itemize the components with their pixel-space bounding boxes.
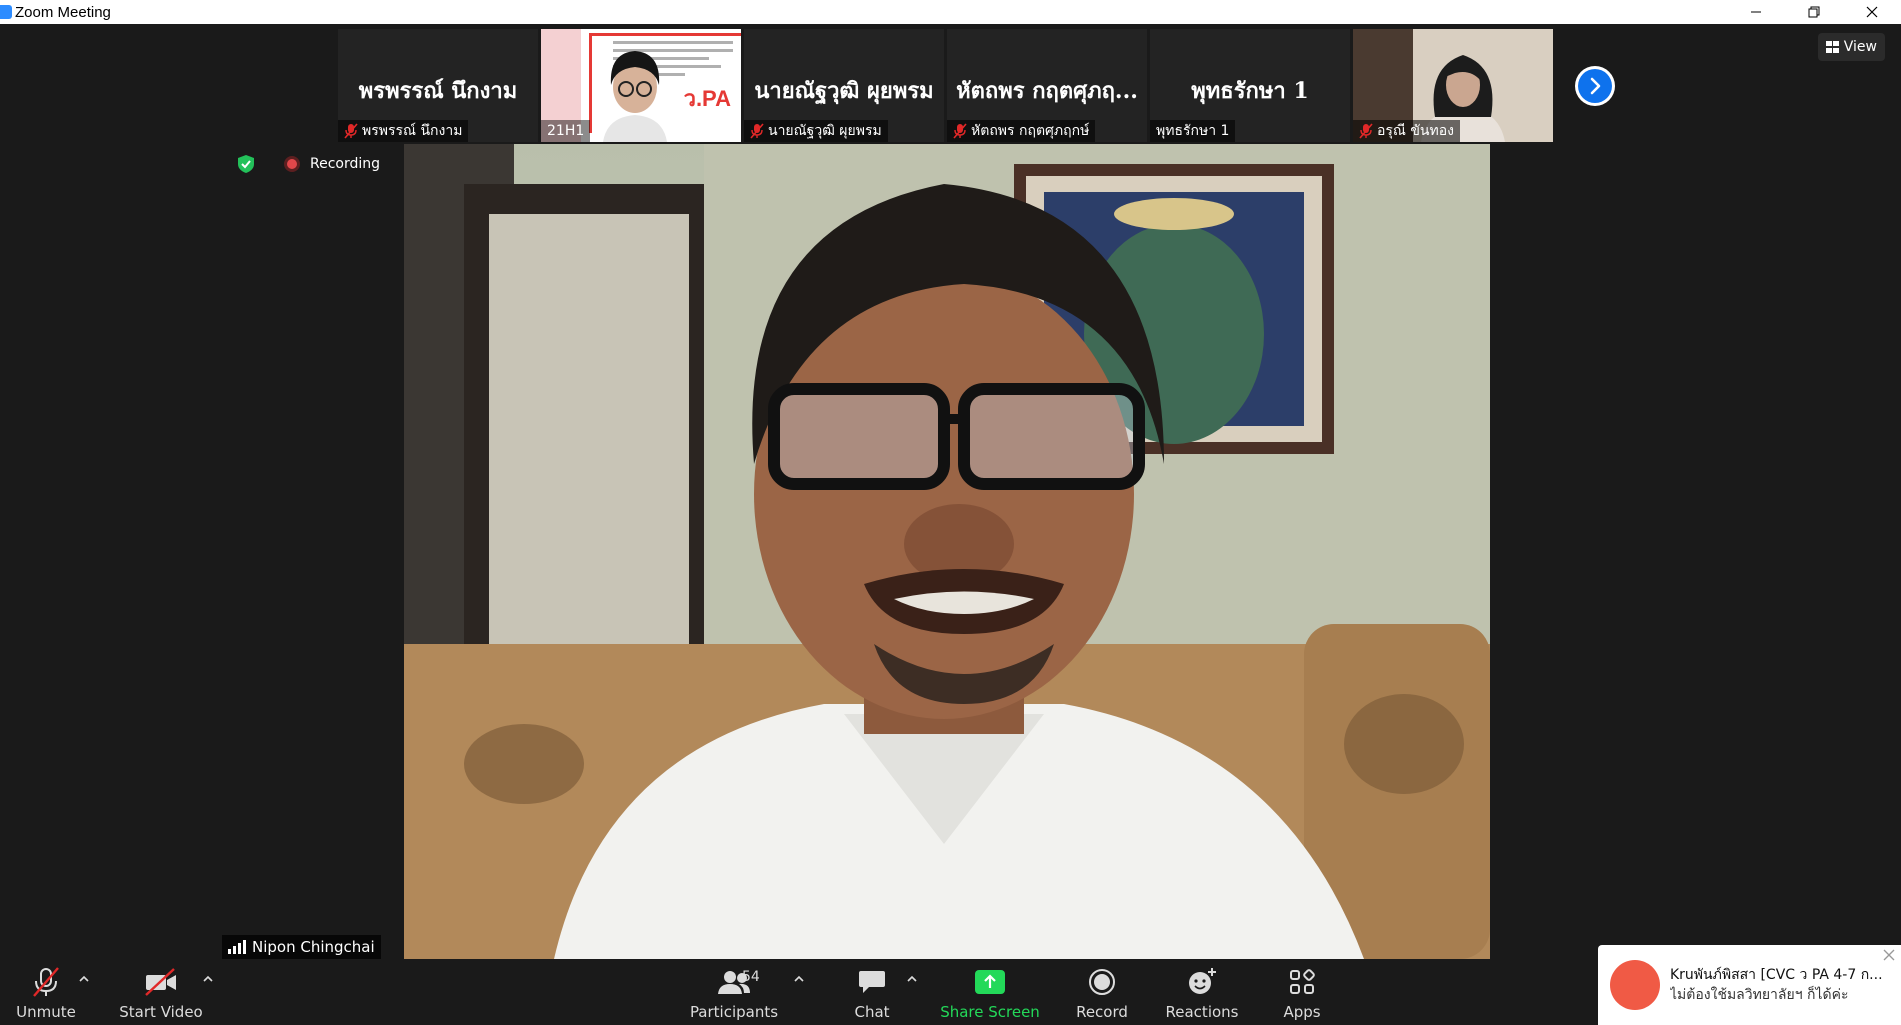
mic-muted-icon [953,123,967,139]
participants-label: Participants [689,1003,779,1021]
participant-caption-name: นายณัฐวุฒิ ผุยพรม [768,123,882,139]
participant-caption: พรพรรณ์ นึกงาม [338,120,469,142]
window-title: Zoom Meeting [15,3,111,21]
active-speaker-name: Nipon Chingchai [252,938,375,956]
signal-strength-icon [228,940,246,954]
chat-icon [859,971,885,993]
speaker-video-scene [404,144,1490,959]
participant-caption: 21H1 [541,120,591,142]
chat-options-caret-icon[interactable] [906,973,918,985]
title-bar: Zoom Meeting [0,0,1901,24]
view-button[interactable]: View [1817,33,1885,61]
participant-tile[interactable]: พรพรรณ์ นึกงาม พรพรรณ์ นึกงาม [338,29,538,142]
share-screen-label: Share Screen [940,1003,1040,1021]
grid-view-icon [1825,41,1839,53]
minimize-button[interactable] [1727,0,1785,24]
apps-icon-wrap [1289,965,1315,999]
participants-button[interactable]: 54 Participants [688,961,780,1025]
apps-icon [1290,969,1315,994]
minimize-icon [1751,11,1761,13]
participant-caption-name: หัตถพร กฤตศุภฤกษ์ [971,123,1090,139]
participant-caption-name: อรุณี ขันทอง [1377,123,1454,139]
unmute-icon-wrap [31,965,61,999]
meeting-stage: พรพรรณ์ นึกงาม พรพรรณ์ นึกงาม ว.PA 21H1 [0,24,1901,961]
participant-caption: พุทธรักษา 1 [1150,120,1236,142]
chat-label: Chat [854,1003,890,1021]
restore-icon [1808,6,1820,18]
participant-name-large: พุทธรักษา 1 [1191,78,1309,104]
participant-tile[interactable]: พุทธรักษา 1 พุทธรักษา 1 [1150,29,1350,142]
start-video-icon-wrap [144,965,178,999]
active-speaker-video[interactable] [404,144,1490,959]
chat-notification-message: ไม่ต้องใช้มลวิทยาลัยฯ ก็ได้ค่ะ [1670,987,1849,1003]
record-label: Record [1076,1003,1128,1021]
audio-options-caret-icon[interactable] [78,973,90,985]
participant-name-large: พรพรรณ์ นึกงาม [358,78,518,104]
participant-caption: หัตถพร กฤตศุภฤกษ์ [947,120,1096,142]
mic-muted-icon [33,967,59,997]
slide-heading: ว.PA [683,86,731,111]
chat-notification-text: Kruพันภ์พิสสา [CVC ว PA 4-7 ก... ไม่ต้อง… [1670,965,1883,1005]
participants-count: 54 [742,969,760,985]
participant-tile[interactable]: ว.PA 21H1 [541,29,741,142]
participant-caption-name: พุทธรักษา 1 [1156,123,1230,139]
zoom-app-icon [0,5,12,19]
record-button[interactable]: Record [1072,961,1132,1025]
mic-muted-icon [1359,123,1373,139]
next-page-button[interactable] [1575,66,1615,106]
apps-button[interactable]: Apps [1272,961,1332,1025]
mic-muted-icon [344,123,358,139]
share-screen-button[interactable]: Share Screen [940,961,1040,1025]
close-icon[interactable] [1883,949,1895,961]
next-page-circle [1578,69,1612,103]
reactions-icon-wrap [1187,965,1217,999]
avatar [1610,960,1660,1010]
restore-button[interactable] [1785,0,1843,24]
participant-caption: นายณัฐวุฒิ ผุยพรม [744,120,888,142]
chevron-right-icon [1590,77,1601,95]
participant-name-large: นายณัฐวุฒิ ผุยพรม [754,78,934,104]
recording-label: Recording [310,156,381,172]
unmute-button[interactable]: Unmute [14,961,78,1025]
arrow-up-icon [984,974,996,988]
video-options-caret-icon[interactable] [202,973,214,985]
start-video-button[interactable]: Start Video [118,961,204,1025]
recording-dot-icon [284,156,300,172]
chat-button[interactable]: Chat [842,961,902,1025]
participants-options-caret-icon[interactable] [793,973,805,985]
apps-label: Apps [1283,1003,1321,1021]
window-controls [1727,0,1901,24]
view-label: View [1843,39,1877,55]
participant-caption-name: 21H1 [547,123,585,139]
participant-caption-name: พรพรรณ์ นึกงาม [362,123,463,139]
reactions-button[interactable]: Reactions [1160,961,1244,1025]
meeting-status: Recording [236,154,380,174]
video-off-icon [145,968,176,996]
chat-notification[interactable]: Kruพันภ์พิสสา [CVC ว PA 4-7 ก... ไม่ต้อง… [1598,945,1901,1025]
share-screen-icon [975,970,1005,994]
participant-caption: อรุณี ขันทอง [1353,120,1460,142]
close-icon [1866,6,1878,18]
reactions-label: Reactions [1165,1003,1239,1021]
participant-name-large: หัตถพร กฤตศุภฤ... [956,78,1138,104]
share-screen-icon-wrap [975,965,1005,999]
participant-tile[interactable]: นายณัฐวุฒิ ผุยพรม นายณัฐวุฒิ ผุยพรม [744,29,944,142]
chat-icon-wrap [858,965,886,999]
mic-muted-icon [750,123,764,139]
unmute-label: Unmute [16,1003,76,1021]
reactions-smiley-icon [1189,968,1216,994]
participant-tile[interactable]: หัตถพร กฤตศุภฤ... หัตถพร กฤตศุภฤกษ์ [947,29,1147,142]
participant-tile[interactable]: อรุณี ขันทอง [1353,29,1553,142]
active-speaker-label: Nipon Chingchai [222,935,381,959]
record-icon [1089,969,1115,995]
record-icon-wrap [1088,965,1116,999]
start-video-label: Start Video [119,1003,203,1021]
shield-icon[interactable] [236,154,256,174]
close-window-button[interactable] [1843,0,1901,24]
participant-strip: พรพรรณ์ นึกงาม พรพรรณ์ นึกงาม ว.PA 21H1 [338,29,1553,142]
participant-video [603,51,667,142]
chat-notification-sender: Kruพันภ์พิสสา [CVC ว PA 4-7 ก... [1670,967,1883,983]
